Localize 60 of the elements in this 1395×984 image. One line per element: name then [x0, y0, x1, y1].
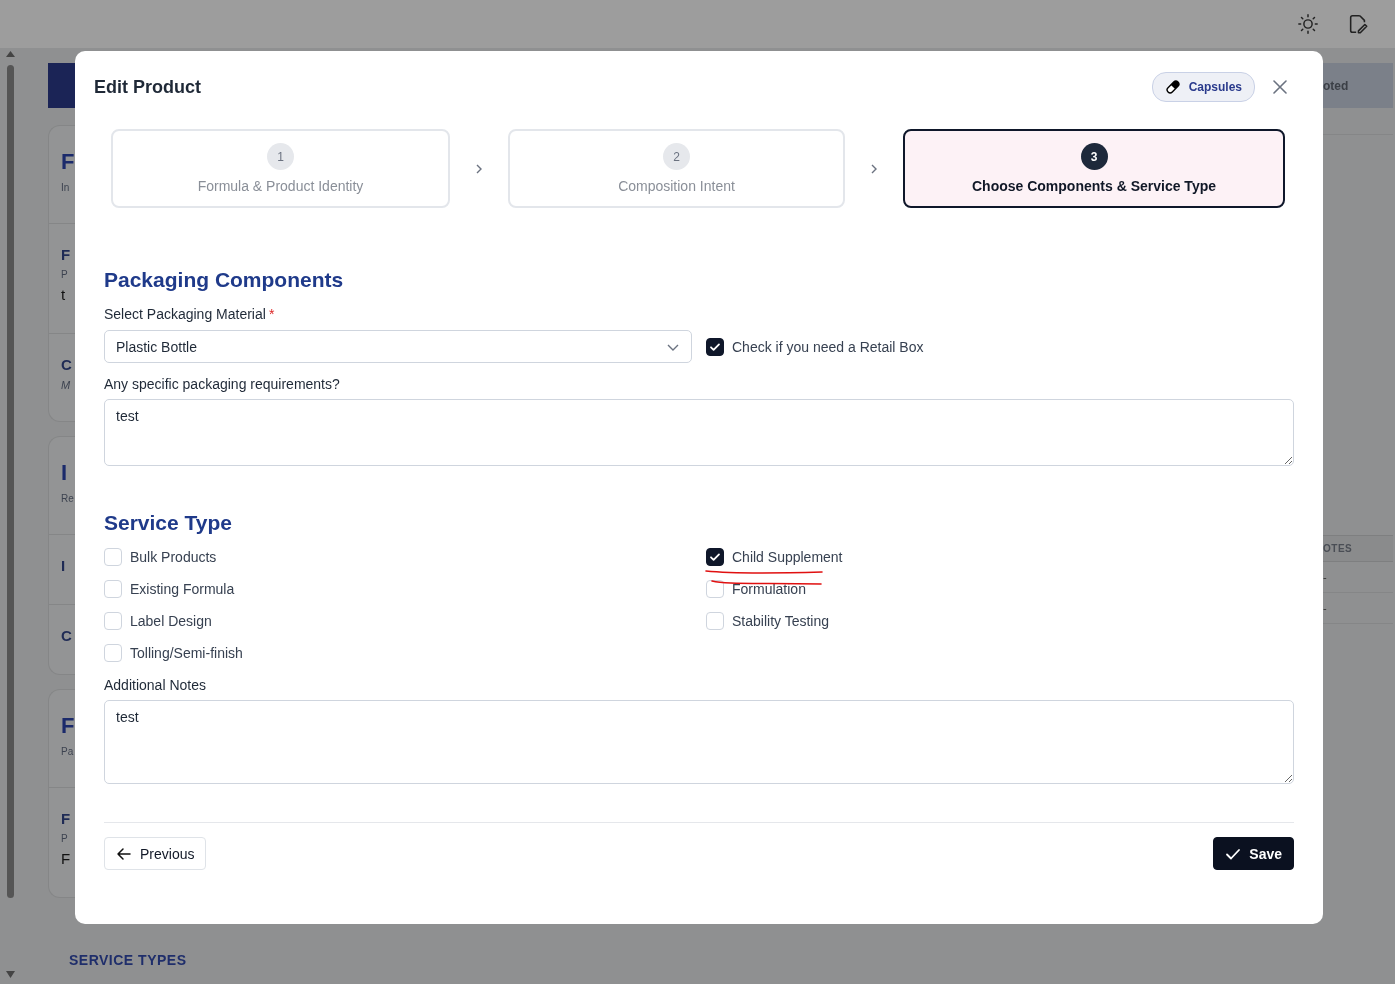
checkbox-label[interactable]: Formulation [732, 581, 806, 597]
field-label: Any specific packaging requirements? [104, 376, 341, 392]
step-number: 3 [1080, 143, 1108, 170]
text-fragment: F [61, 148, 76, 176]
table-header: OTES [1323, 535, 1393, 562]
field-label: Select Packaging Material * [104, 306, 276, 322]
edit-document-icon[interactable] [1347, 13, 1369, 35]
text-fragment: Pa [61, 746, 75, 757]
section-heading: Packaging Components [104, 268, 345, 292]
capsule-icon [1164, 79, 1181, 95]
checkbox-label[interactable]: Tolling/Semi-finish [130, 645, 243, 661]
text-fragment: F [61, 850, 72, 867]
text-fragment: P [61, 833, 69, 844]
step-number: 1 [267, 143, 294, 170]
table-cell: - [1323, 602, 1327, 614]
step-label: Choose Components & Service Type [972, 178, 1216, 194]
sun-icon[interactable] [1297, 13, 1319, 35]
text-fragment: F [61, 810, 72, 827]
step-label: Composition Intent [618, 178, 735, 194]
checkbox[interactable] [706, 548, 724, 566]
checkmark-icon [709, 551, 721, 563]
table-header-band: oted [1323, 63, 1393, 108]
previous-button[interactable]: Previous [104, 837, 207, 870]
chevron-right-icon [869, 163, 879, 174]
checkbox-label[interactable]: Stability Testing [732, 613, 829, 629]
chevron-right-icon [474, 163, 484, 174]
checkbox-label[interactable]: Existing Formula [130, 581, 235, 597]
text-fragment: F [61, 246, 72, 263]
text-fragment: I [61, 557, 67, 574]
arrow-left-icon [116, 845, 132, 862]
text-area[interactable]: test [104, 399, 1294, 466]
step-tab[interactable]: 3 Choose Components & Service Type [903, 129, 1285, 208]
field-label: Additional Notes [104, 677, 207, 693]
section-heading: Service Type [104, 511, 234, 535]
section-heading: SERVICE TYPES [69, 952, 187, 968]
checkbox-label[interactable]: Check if you need a Retail Box [732, 338, 924, 355]
text-fragment: P [61, 269, 69, 280]
select-field[interactable]: Plastic Bottle [104, 330, 692, 363]
text-fragment: M [61, 379, 72, 391]
step-tab[interactable]: 2 Composition Intent [508, 129, 845, 208]
save-button[interactable]: Save [1213, 837, 1294, 870]
text-fragment: In [61, 182, 71, 193]
step-tab[interactable]: 1 Formula & Product Identity [111, 129, 450, 208]
text-fragment: I [61, 459, 69, 487]
checkbox[interactable] [706, 337, 724, 356]
text-area[interactable]: test [104, 700, 1294, 784]
step-label: Formula & Product Identity [197, 178, 364, 194]
dialog-title: Edit Product [94, 76, 201, 98]
text-fragment: Re [61, 493, 75, 504]
text-fragment: F [61, 712, 76, 740]
close-icon[interactable] [1273, 80, 1287, 94]
checkbox-label[interactable]: Bulk Products [130, 549, 217, 565]
step-number: 2 [663, 143, 690, 170]
checkbox-label[interactable]: Label Design [130, 613, 212, 629]
checkbox-label[interactable]: Child Supplement [732, 549, 843, 565]
product-type-badge: Capsules [1151, 72, 1255, 102]
text-fragment: t [61, 286, 67, 303]
table-cell: - [1323, 571, 1327, 583]
text-fragment: C [61, 627, 73, 644]
text-fragment: C [61, 356, 73, 373]
